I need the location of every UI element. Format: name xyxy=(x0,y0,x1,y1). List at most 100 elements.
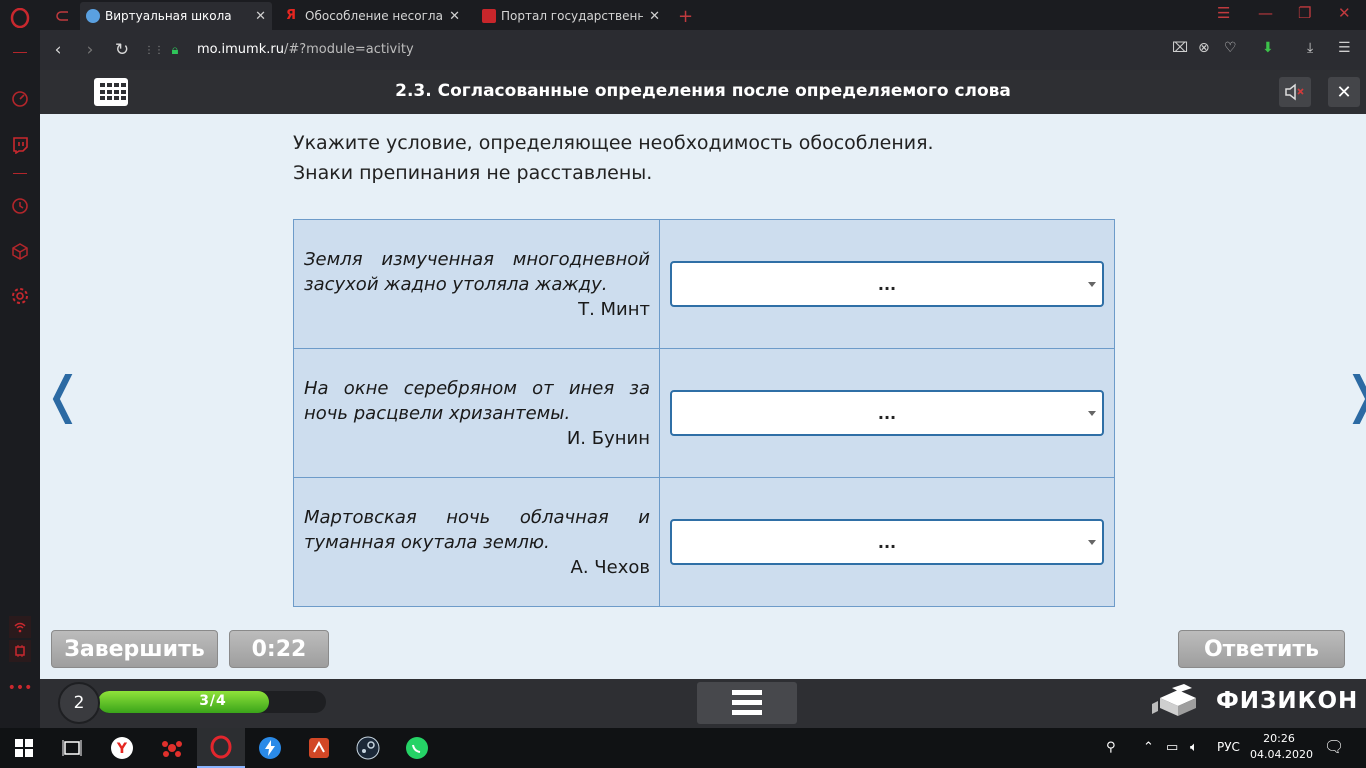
sentence-cell: Мартовская ночь облачная и туманная окут… xyxy=(293,477,660,607)
yandex-browser-icon[interactable]: Y xyxy=(98,728,146,768)
answer-cell: ... xyxy=(659,477,1115,607)
volume-icon[interactable]: 🔈︎ xyxy=(1190,740,1198,755)
forward-button[interactable]: › xyxy=(80,39,100,61)
opera-sidebar: ••• xyxy=(0,0,40,728)
grid-dots-icon[interactable]: ⋮⋮ xyxy=(144,39,164,61)
chevron-down-icon xyxy=(1088,540,1096,545)
downloads-icon[interactable]: ⤓ xyxy=(1307,40,1313,56)
sentence-text: Мартовская ночь облачная и туманная окут… xyxy=(304,506,650,553)
red-app-icon[interactable] xyxy=(148,728,196,768)
sentence-cell: На окне серебряном от инея за ночь расцв… xyxy=(293,348,660,478)
answer-button[interactable]: Ответить xyxy=(1178,630,1345,668)
progress-label: 3/4 xyxy=(199,693,227,709)
history-icon[interactable] xyxy=(10,196,30,216)
tab-close-icon[interactable]: ✕ xyxy=(449,9,460,24)
url-host: mo.imumk.ru xyxy=(197,42,284,57)
answer-dropdown[interactable]: ... xyxy=(670,390,1104,436)
tab-isolation[interactable]: Я Обособление несогласов ✕ xyxy=(280,2,466,30)
screen: ••• Виртуальная школа ✕ Я Обособление не… xyxy=(0,0,1366,768)
timer-display: 0:22 xyxy=(229,630,329,668)
finish-button[interactable]: Завершить xyxy=(51,630,218,668)
close-icon[interactable]: ✕ xyxy=(1328,77,1360,107)
sentence-text: На окне серебряном от инея за ночь расцв… xyxy=(304,377,650,424)
network-icon[interactable]: ▭ xyxy=(1166,740,1178,755)
whatsapp-icon[interactable] xyxy=(393,728,441,768)
opera-taskbar-icon[interactable] xyxy=(197,728,245,768)
cloud-favicon-icon xyxy=(86,9,100,23)
fizikon-logo: ФИЗИКОН xyxy=(1150,684,1358,718)
clock[interactable]: 20:26 04.04.2020 xyxy=(1250,731,1313,763)
tab-menu-icon[interactable]: ☰ xyxy=(1217,4,1230,22)
taskbar: Y ⚲ ⌃ ▭ 🔈︎ РУС 20:26 04.04.2020 🗨︎ xyxy=(0,728,1366,768)
extensions-cube-icon[interactable] xyxy=(10,241,30,261)
table-row: Мартовская ночь облачная и туманная окут… xyxy=(293,477,1115,607)
lightning-app-icon[interactable] xyxy=(246,728,294,768)
steam-icon[interactable] xyxy=(344,728,392,768)
instruction-line: Укажите условие, определяющее необходимо… xyxy=(293,132,934,154)
people-icon[interactable]: ⚲ xyxy=(1106,740,1116,755)
speed-dial-icon[interactable] xyxy=(10,89,30,109)
opera-logo-icon[interactable] xyxy=(10,8,30,28)
block-icon[interactable]: ⊗ xyxy=(1198,40,1210,56)
minimize-button[interactable]: — xyxy=(1258,4,1273,22)
prev-arrow-button[interactable]: ❬ xyxy=(42,366,84,424)
answer-dropdown[interactable]: ... xyxy=(670,519,1104,565)
task-view-icon[interactable] xyxy=(48,728,96,768)
tab-close-icon[interactable]: ✕ xyxy=(649,9,660,24)
twitch-icon[interactable] xyxy=(10,135,30,155)
sentence-cell: Земля измученная многодневной засухой жа… xyxy=(293,219,660,349)
more-dots-icon[interactable]: ••• xyxy=(8,678,33,698)
heart-icon[interactable]: ♡ xyxy=(1224,40,1237,56)
new-tab-button[interactable]: + xyxy=(672,2,696,30)
app-footer: 3/4 2 ФИЗИКОН xyxy=(40,679,1366,728)
main-menu-button[interactable] xyxy=(697,682,797,724)
clock-date: 04.04.2020 xyxy=(1250,748,1313,761)
sentence-author: А. Чехов xyxy=(570,556,650,578)
instruction-line: Знаки препинания не расставлены. xyxy=(293,162,653,184)
table-row: Земля измученная многодневной засухой жа… xyxy=(293,219,1115,349)
logo-text: ФИЗИКОН xyxy=(1216,688,1359,714)
tab-gov-portal[interactable]: Портал государственных ✕ xyxy=(476,2,666,30)
reload-icon[interactable]: ↻ xyxy=(112,39,132,61)
sound-muted-icon[interactable] xyxy=(1279,77,1311,107)
lock-icon: 🔒︎ xyxy=(171,42,179,58)
notifications-icon[interactable]: 🗨︎ xyxy=(1324,737,1344,756)
instruction: Укажите условие, определяющее необходимо… xyxy=(293,128,934,188)
windows-start-icon[interactable] xyxy=(0,728,48,768)
snapshot-camera-icon[interactable]: ⌧ xyxy=(1172,40,1188,56)
next-arrow-button[interactable]: ❭ xyxy=(1341,366,1366,424)
tab-virtual-school[interactable]: Виртуальная школа ✕ xyxy=(80,2,272,30)
tray-chevron-up-icon[interactable]: ⌃ xyxy=(1143,740,1154,755)
workspace-game-icon[interactable] xyxy=(50,2,74,30)
office-app-icon[interactable] xyxy=(295,728,343,768)
svg-text:Y: Y xyxy=(116,741,128,757)
tab-strip: Виртуальная школа ✕ Я Обособление несогл… xyxy=(40,0,1366,30)
answer-cell: ... xyxy=(659,348,1115,478)
app-area: 2.3. Согласованные определения после опр… xyxy=(40,70,1366,728)
language-indicator[interactable]: РУС xyxy=(1217,740,1240,754)
easy-setup-icon[interactable]: ☰ xyxy=(1338,40,1351,56)
sentence-author: Т. Минт xyxy=(578,298,650,320)
address-bar: ‹ › ↻ ⋮⋮ 🔒︎ mo.imumk.ru/#?module=activit… xyxy=(40,30,1366,70)
tab-title: Портал государственных xyxy=(501,9,644,23)
window-close-button[interactable]: ✕ xyxy=(1338,4,1351,22)
tab-title: Обособление несогласов xyxy=(305,9,443,23)
url-text[interactable]: mo.imumk.ru/#?module=activity xyxy=(197,42,414,57)
url-path: /#?module=activity xyxy=(283,42,414,57)
tab-close-icon[interactable]: ✕ xyxy=(255,9,266,24)
settings-gear-icon[interactable] xyxy=(10,286,30,306)
answer-cell: ... xyxy=(659,219,1115,349)
restore-button[interactable]: ❐ xyxy=(1298,4,1311,22)
vpn-wifi-icon[interactable] xyxy=(9,616,31,638)
app-header: 2.3. Согласованные определения после опр… xyxy=(40,70,1366,114)
back-button[interactable]: ‹ xyxy=(48,39,68,61)
download-arrow-icon[interactable]: ⬇ xyxy=(1262,40,1274,56)
clock-time: 20:26 xyxy=(1263,732,1295,745)
answer-dropdown[interactable]: ... xyxy=(670,261,1104,307)
fizikon-cube-icon xyxy=(1152,684,1196,716)
gov-portal-favicon-icon xyxy=(482,9,496,23)
level-badge: 2 xyxy=(58,682,100,724)
battery-saver-chip-icon[interactable] xyxy=(9,640,31,662)
chevron-down-icon xyxy=(1088,411,1096,416)
table-row: На окне серебряном от инея за ночь расцв… xyxy=(293,348,1115,478)
